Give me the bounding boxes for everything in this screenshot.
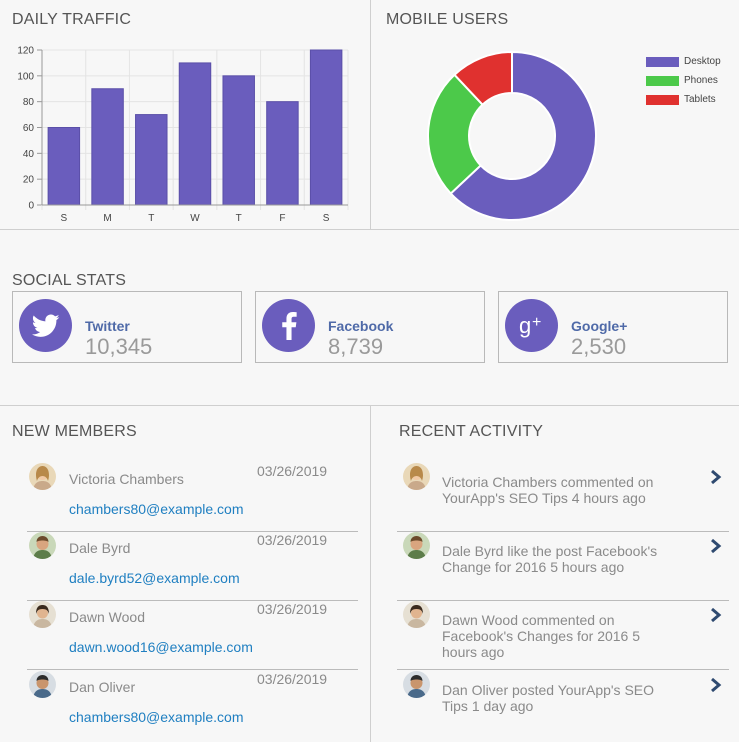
activity-text: Dale Byrd like the post Facebook's Chang… <box>442 543 658 575</box>
avatar <box>403 601 430 628</box>
member-name: Dale Byrd <box>69 540 131 556</box>
activity-text: Victoria Chambers commented on YourApp's… <box>442 474 654 506</box>
recent-activity-title: RECENT ACTIVITY <box>399 423 544 440</box>
y-tick-label: 20 <box>23 175 35 186</box>
bar <box>135 114 168 206</box>
top-divider-vertical <box>370 0 371 229</box>
y-tick-label: 120 <box>17 46 34 57</box>
member-item: Dale Byrd 03/26/2019 dale.byrd52@example… <box>27 532 358 601</box>
mobile-users-legend: Desktop Phones Tablets <box>646 52 721 109</box>
chevron-right-icon[interactable] <box>709 607 723 623</box>
x-tick-label: F <box>279 213 285 224</box>
facebook-icon <box>262 299 315 352</box>
activity-item[interactable]: Dale Byrd like the post Facebook's Chang… <box>397 532 729 601</box>
x-tick-label: T <box>236 213 242 224</box>
social-name-twitter: Twitter <box>85 318 130 334</box>
activity-item[interactable]: Dan Oliver posted YourApp's SEO Tips 1 d… <box>397 671 729 740</box>
svg-text:g: g <box>519 313 531 338</box>
bar <box>47 127 81 206</box>
legend-label-desktop: Desktop <box>684 56 721 67</box>
google-plus-icon: g + <box>505 299 558 352</box>
legend-label-tablets: Tablets <box>684 94 716 105</box>
top-divider-horizontal <box>0 229 739 230</box>
social-count-facebook: 8,739 <box>328 334 384 359</box>
social-count-google-plus: 2,530 <box>571 334 627 359</box>
chevron-right-icon[interactable] <box>709 538 723 554</box>
bar <box>178 62 212 206</box>
activity-text: Dan Oliver posted YourApp's SEO Tips 1 d… <box>442 682 655 714</box>
bar <box>222 75 255 206</box>
y-tick-label: 80 <box>23 97 35 108</box>
avatar <box>403 463 430 490</box>
member-name: Dan Oliver <box>69 679 136 695</box>
social-stats-title: SOCIAL STATS <box>12 272 127 289</box>
y-tick-label: 0 <box>28 201 34 212</box>
member-item: Dan Oliver 03/26/2019 chambers80@example… <box>27 671 358 740</box>
new-members-title: NEW MEMBERS <box>12 423 137 440</box>
divider <box>27 669 358 670</box>
avatar <box>403 671 430 698</box>
x-tick-label: S <box>323 213 330 224</box>
legend-item-phones: Phones <box>646 71 721 90</box>
mobile-users-chart <box>427 50 597 221</box>
member-date: 03/26/2019 <box>257 601 328 617</box>
y-tick-label: 100 <box>17 71 34 82</box>
bar <box>309 49 343 206</box>
legend-swatch-phones <box>646 75 679 86</box>
mobile-users-title: MOBILE USERS <box>386 11 509 28</box>
bar <box>91 88 124 206</box>
member-name: Dawn Wood <box>69 609 146 625</box>
activity-item[interactable]: Dawn Wood commented on Facebook's Change… <box>397 601 729 670</box>
avatar <box>29 671 56 698</box>
member-date: 03/26/2019 <box>257 532 328 548</box>
daily-traffic-chart: 0 20 40 60 80 100 120 S M T W T F S <box>17 46 349 224</box>
member-name: Victoria Chambers <box>69 471 184 487</box>
activity-item[interactable]: Victoria Chambers commented on YourApp's… <box>397 463 729 532</box>
activity-text: Dawn Wood commented on Facebook's Change… <box>442 612 641 660</box>
member-item: Dawn Wood 03/26/2019 dawn.wood16@example… <box>27 601 358 670</box>
social-name-google-plus: Google+ <box>571 318 628 334</box>
member-date: 03/26/2019 <box>257 463 328 479</box>
avatar <box>29 601 56 628</box>
social-card-twitter[interactable]: Twitter 10,345 <box>12 291 242 363</box>
x-tick-label: M <box>103 213 111 224</box>
bottom-divider-vertical <box>370 405 371 742</box>
avatar <box>29 532 56 559</box>
x-tick-label: W <box>190 213 200 224</box>
chevron-right-icon[interactable] <box>709 677 723 693</box>
avatar <box>29 463 56 490</box>
svg-text:+: + <box>532 314 541 331</box>
avatar <box>403 532 430 559</box>
y-tick-label: 60 <box>23 123 35 134</box>
legend-swatch-tablets <box>646 94 679 105</box>
legend-swatch-desktop <box>646 56 679 67</box>
y-tick-label: 40 <box>23 149 35 160</box>
x-tick-label: T <box>148 213 154 224</box>
divider <box>397 669 729 670</box>
twitter-icon <box>19 299 72 352</box>
member-item: Victoria Chambers 03/26/2019 chambers80@… <box>27 463 358 532</box>
member-email-link[interactable]: chambers80@example.com <box>69 709 244 725</box>
social-card-facebook[interactable]: Facebook 8,739 <box>255 291 485 363</box>
member-date: 03/26/2019 <box>257 671 328 687</box>
legend-label-phones: Phones <box>684 75 718 86</box>
social-card-google-plus[interactable]: g + Google+ 2,530 <box>498 291 728 363</box>
member-email-link[interactable]: chambers80@example.com <box>69 501 244 517</box>
social-count-twitter: 10,345 <box>85 334 153 359</box>
member-email-link[interactable]: dale.byrd52@example.com <box>69 570 240 586</box>
bar <box>266 101 299 206</box>
chevron-right-icon[interactable] <box>709 469 723 485</box>
x-tick-label: S <box>61 213 68 224</box>
legend-item-tablets: Tablets <box>646 90 721 109</box>
social-name-facebook: Facebook <box>328 318 394 334</box>
member-email-link[interactable]: dawn.wood16@example.com <box>69 639 253 655</box>
legend-item-desktop: Desktop <box>646 52 721 71</box>
